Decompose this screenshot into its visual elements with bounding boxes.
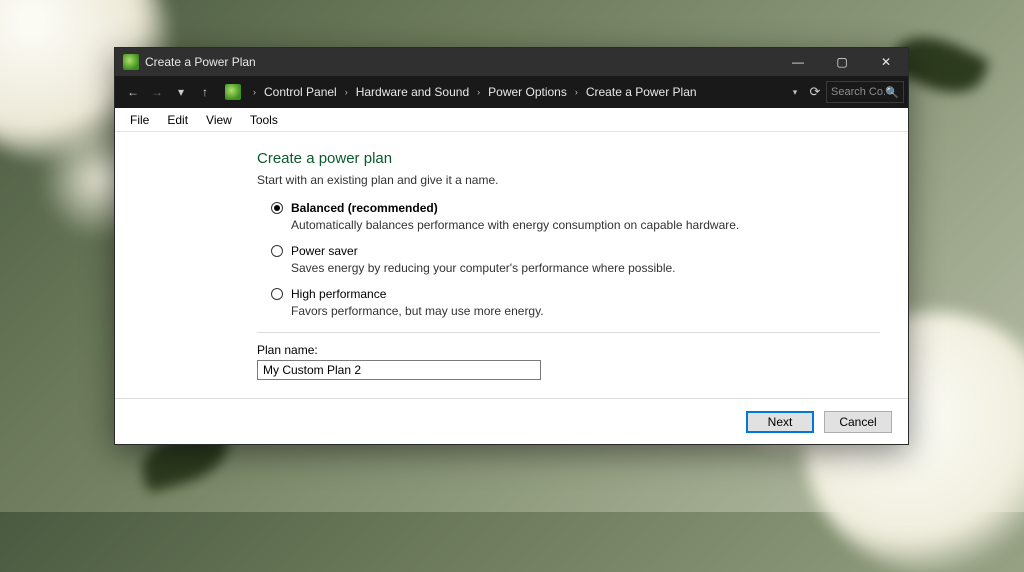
breadcrumb-item[interactable]: Hardware and Sound xyxy=(354,85,471,99)
plan-option-desc: Favors performance, but may use more ene… xyxy=(291,304,880,318)
power-options-icon xyxy=(123,54,139,70)
page-title: Create a power plan xyxy=(257,150,880,167)
breadcrumb-item[interactable]: Control Panel xyxy=(262,85,339,99)
radio-power-saver[interactable] xyxy=(271,245,283,257)
menu-view[interactable]: View xyxy=(197,110,241,130)
plan-option-power-saver: Power saver Saves energy by reducing you… xyxy=(271,244,880,275)
menu-tools[interactable]: Tools xyxy=(241,110,287,130)
next-button[interactable]: Next xyxy=(746,411,814,433)
plan-option-desc: Automatically balances performance with … xyxy=(291,218,880,232)
nav-forward-button[interactable]: → xyxy=(145,80,169,104)
footer: Next Cancel xyxy=(115,398,908,444)
menubar: File Edit View Tools xyxy=(115,108,908,132)
search-placeholder: Search Co... xyxy=(831,86,885,98)
plan-option-label[interactable]: High performance xyxy=(291,287,386,301)
chevron-right-icon[interactable]: › xyxy=(569,87,584,97)
minimize-button[interactable]: — xyxy=(776,48,820,76)
search-icon: 🔍 xyxy=(885,86,899,99)
cancel-button[interactable]: Cancel xyxy=(824,411,892,433)
menu-edit[interactable]: Edit xyxy=(158,110,197,130)
plan-name-label: Plan name: xyxy=(257,343,880,357)
breadcrumb-item[interactable]: Create a Power Plan xyxy=(584,85,699,99)
power-options-icon xyxy=(225,84,241,100)
window-title: Create a Power Plan xyxy=(145,55,256,69)
plan-option-balanced: Balanced (recommended) Automatically bal… xyxy=(271,201,880,232)
refresh-button[interactable]: ⟳ xyxy=(804,84,826,100)
left-gutter xyxy=(115,132,257,398)
chevron-right-icon[interactable]: › xyxy=(339,87,354,97)
chevron-right-icon[interactable]: › xyxy=(247,87,262,97)
titlebar[interactable]: Create a Power Plan — ▢ ✕ xyxy=(115,48,908,76)
close-button[interactable]: ✕ xyxy=(864,48,908,76)
plan-option-desc: Saves energy by reducing your computer's… xyxy=(291,261,880,275)
address-breadcrumb[interactable]: › Control Panel › Hardware and Sound › P… xyxy=(223,81,782,103)
maximize-button[interactable]: ▢ xyxy=(820,48,864,76)
content: Create a power plan Start with an existi… xyxy=(115,132,908,398)
address-dropdown[interactable]: ▾ xyxy=(786,87,804,98)
radio-high-performance[interactable] xyxy=(271,288,283,300)
main-pane: Create a power plan Start with an existi… xyxy=(257,132,908,398)
plan-option-high-performance: High performance Favors performance, but… xyxy=(271,287,880,318)
plan-name-input[interactable] xyxy=(257,360,541,380)
chevron-right-icon[interactable]: › xyxy=(471,87,486,97)
plan-option-label[interactable]: Power saver xyxy=(291,244,358,258)
nav-back-button[interactable]: ← xyxy=(121,80,145,104)
radio-balanced[interactable] xyxy=(271,202,283,214)
search-input[interactable]: Search Co... 🔍 xyxy=(826,81,904,103)
page-subtitle: Start with an existing plan and give it … xyxy=(257,173,880,187)
menu-file[interactable]: File xyxy=(121,110,158,130)
window-create-power-plan: Create a Power Plan — ▢ ✕ ← → ▾ ↑ › Cont… xyxy=(114,47,909,445)
plan-option-label[interactable]: Balanced (recommended) xyxy=(291,201,438,215)
nav-up-button[interactable]: ↑ xyxy=(193,80,217,104)
nav-recent-dropdown[interactable]: ▾ xyxy=(169,80,193,104)
breadcrumb-item[interactable]: Power Options xyxy=(486,85,569,99)
divider xyxy=(257,332,880,333)
navbar: ← → ▾ ↑ › Control Panel › Hardware and S… xyxy=(115,76,908,108)
